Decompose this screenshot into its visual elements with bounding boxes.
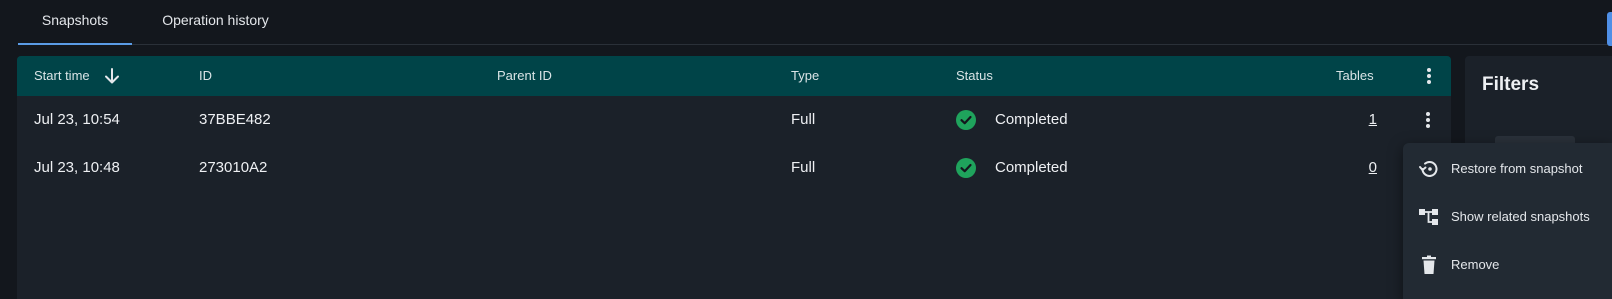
restore-icon <box>1419 160 1438 177</box>
columns-menu-icon[interactable] <box>1419 64 1439 88</box>
tables-count-link[interactable]: 1 <box>1369 96 1377 144</box>
table-header: Start time ID Parent ID Type Status Tabl… <box>17 56 1451 96</box>
tree-icon <box>1419 209 1438 225</box>
menu-item-label: Restore from snapshot <box>1451 161 1583 176</box>
table-row[interactable]: Jul 23, 10:48 273010A2 Full Completed 0 <box>17 144 1451 192</box>
status-cell: Completed <box>995 159 1068 176</box>
menu-item-show-related-snapshots[interactable]: Show related snapshots <box>1403 193 1612 241</box>
filters-title: Filters <box>1482 74 1540 95</box>
id-cell: 273010A2 <box>199 159 268 176</box>
menu-item-label: Remove <box>1451 257 1500 272</box>
arrow-down-icon[interactable] <box>103 67 121 85</box>
row-context-menu: Restore from snapshot Show related snaps… <box>1403 143 1612 299</box>
check-circle-icon <box>956 158 976 178</box>
column-header-parent-id[interactable]: Parent ID <box>497 56 552 96</box>
check-circle-icon <box>956 110 976 130</box>
column-header-start-time[interactable]: Start time <box>34 56 90 96</box>
tab-snapshots[interactable]: Snapshots <box>18 0 132 45</box>
table-row[interactable]: Jul 23, 10:54 37BBE482 Full Completed 1 <box>17 96 1451 144</box>
column-header-id[interactable]: ID <box>199 56 212 96</box>
menu-item-label: Show related snapshots <box>1451 209 1590 224</box>
snapshots-table: Start time ID Parent ID Type Status Tabl… <box>17 56 1451 299</box>
menu-item-restore-from-snapshot[interactable]: Restore from snapshot <box>1403 145 1612 193</box>
row-actions-icon[interactable] <box>1418 108 1438 132</box>
menu-item-remove[interactable]: Remove <box>1403 241 1612 289</box>
tab-bar: Snapshots Operation history <box>18 0 1612 46</box>
type-cell: Full <box>791 111 816 128</box>
id-cell: 37BBE482 <box>199 111 271 128</box>
tab-operation-history[interactable]: Operation history <box>143 0 288 43</box>
column-header-tables[interactable]: Tables <box>1336 56 1374 96</box>
trash-icon <box>1422 255 1436 274</box>
column-header-status[interactable]: Status <box>956 56 993 96</box>
column-header-type[interactable]: Type <box>791 56 819 96</box>
primary-button-edge[interactable] <box>1607 12 1612 46</box>
tables-count-link[interactable]: 0 <box>1369 144 1377 192</box>
start-time-cell: Jul 23, 10:54 <box>34 111 120 128</box>
type-cell: Full <box>791 159 816 176</box>
start-time-cell: Jul 23, 10:48 <box>34 159 120 176</box>
snapshots-page: Snapshots Operation history Start time I… <box>0 0 1612 299</box>
status-cell: Completed <box>995 111 1068 128</box>
